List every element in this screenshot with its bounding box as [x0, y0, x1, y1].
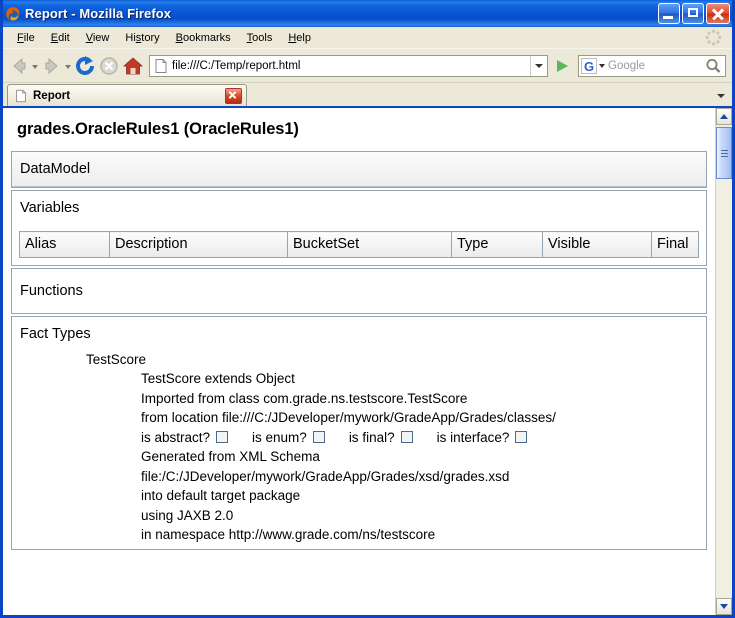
- menu-help[interactable]: Help: [280, 30, 319, 46]
- close-button[interactable]: [706, 3, 730, 24]
- scroll-down-button[interactable]: [716, 598, 732, 615]
- report-document: grades.OracleRules1 (OracleRules1) DataM…: [3, 108, 715, 615]
- forward-history-dropdown[interactable]: [64, 55, 73, 77]
- functions-heading: Functions: [12, 269, 706, 313]
- facttype-flags-row: is abstract? is enum? is final? is inter…: [12, 428, 706, 448]
- facttypes-heading: Fact Types: [20, 326, 91, 342]
- column-header-description[interactable]: Description: [109, 231, 288, 258]
- url-input[interactable]: file:///C:/Temp/report.html: [172, 60, 530, 72]
- browser-window: Report - Mozilla Firefox File Edit View …: [0, 0, 735, 618]
- facttype-name: TestScore: [86, 352, 147, 367]
- facttype-detail-line: TestScore extends Object: [141, 371, 295, 386]
- variables-panel: Variables Alias Description BucketSet Ty…: [11, 190, 707, 266]
- reload-icon[interactable]: [73, 54, 97, 78]
- stop-icon: [97, 54, 121, 78]
- chevron-up-icon: [720, 114, 728, 119]
- page-title: grades.OracleRules1 (OracleRules1): [17, 120, 299, 138]
- window-title: Report - Mozilla Firefox: [25, 6, 172, 21]
- is-abstract-checkbox[interactable]: [216, 431, 229, 444]
- google-g-icon[interactable]: G: [581, 57, 597, 74]
- scroll-up-button[interactable]: [716, 108, 732, 125]
- vertical-scrollbar[interactable]: [715, 108, 732, 615]
- functions-panel: Functions: [11, 268, 707, 314]
- back-arrow-icon[interactable]: [7, 54, 31, 78]
- facttype-detail-line: file:/C:/JDeveloper/mywork/GradeApp/Grad…: [141, 468, 510, 484]
- maximize-button[interactable]: [682, 3, 704, 24]
- tab-bar: Report: [3, 82, 732, 106]
- forward-arrow-icon[interactable]: [40, 54, 64, 78]
- flag-is-abstract: is abstract?: [141, 428, 229, 448]
- page-icon: [153, 58, 169, 74]
- facttype-detail-line: in namespace http://www.grade.com/ns/tes…: [141, 527, 436, 542]
- menu-bookmarks[interactable]: Bookmarks: [168, 30, 239, 46]
- scroll-thumb[interactable]: [716, 127, 732, 179]
- menu-history[interactable]: History: [117, 30, 167, 46]
- home-icon[interactable]: [121, 54, 145, 78]
- variables-table: Alias Description BucketSet Type Visible…: [19, 231, 699, 258]
- column-header-type[interactable]: Type: [451, 231, 543, 258]
- facttype-detail-line: into default target package: [141, 488, 301, 503]
- title-bar: Report - Mozilla Firefox: [3, 0, 732, 27]
- url-dropdown-icon[interactable]: [530, 55, 547, 76]
- column-header-alias[interactable]: Alias: [19, 231, 110, 258]
- facttype-detail-line: Imported from class com.grade.ns.testsco…: [141, 390, 468, 406]
- chevron-down-icon: [720, 604, 728, 609]
- page-icon: [14, 89, 28, 103]
- menu-bar: File Edit View History Bookmarks Tools H…: [3, 27, 732, 48]
- variables-heading: Variables: [12, 191, 706, 225]
- flag-is-interface: is interface?: [437, 428, 528, 448]
- column-header-bucketset[interactable]: BucketSet: [287, 231, 452, 258]
- column-header-visible[interactable]: Visible: [542, 231, 652, 258]
- facttype-detail-line: from location file:///C:/JDeveloper/mywo…: [141, 410, 556, 425]
- tab-report[interactable]: Report: [7, 84, 247, 106]
- go-arrow-icon[interactable]: [550, 55, 574, 77]
- menu-view[interactable]: View: [78, 30, 118, 46]
- flag-is-final: is final?: [349, 428, 413, 448]
- minimize-button[interactable]: [658, 3, 680, 24]
- search-bar[interactable]: G Google: [578, 54, 726, 77]
- window-controls: [658, 3, 730, 24]
- tab-list-chevron-down-icon[interactable]: [712, 85, 730, 105]
- throbber-icon: [705, 29, 722, 46]
- column-header-final[interactable]: Final: [651, 231, 699, 258]
- menu-file[interactable]: File: [9, 30, 43, 46]
- flag-is-enum: is enum?: [252, 428, 325, 448]
- browser-chrome: File Edit View History Bookmarks Tools H…: [3, 27, 732, 106]
- datamodel-panel: DataModel: [11, 151, 707, 188]
- menu-tools[interactable]: Tools: [239, 30, 281, 46]
- back-history-dropdown[interactable]: [31, 55, 40, 77]
- is-final-checkbox[interactable]: [400, 431, 413, 444]
- is-interface-checkbox[interactable]: [515, 431, 528, 444]
- facttypes-panel: Fact Types TestScore TestScore extends O…: [11, 316, 707, 550]
- menu-edit[interactable]: Edit: [43, 30, 78, 46]
- flag-label: is enum?: [252, 429, 307, 445]
- scroll-thumb-grip: [721, 150, 728, 157]
- magnifier-icon[interactable]: [703, 56, 725, 76]
- close-icon[interactable]: [225, 87, 242, 104]
- is-enum-checkbox[interactable]: [312, 431, 325, 444]
- firefox-logo-icon: [5, 6, 21, 22]
- table-header-row: Alias Description BucketSet Type Visible…: [19, 231, 699, 258]
- navigation-toolbar: file:///C:/Temp/report.html G Google: [3, 48, 732, 82]
- datamodel-heading: DataModel: [12, 152, 706, 187]
- facttype-detail-line: using JAXB 2.0: [141, 507, 234, 523]
- search-engine-dropdown-icon[interactable]: [597, 56, 608, 76]
- flag-label: is interface?: [436, 429, 510, 445]
- url-bar[interactable]: file:///C:/Temp/report.html: [149, 54, 548, 77]
- facttype-detail-line: Generated from XML Schema: [141, 449, 320, 464]
- content-area: grades.OracleRules1 (OracleRules1) DataM…: [3, 108, 732, 615]
- search-input[interactable]: Google: [608, 60, 703, 72]
- flag-label: is abstract?: [141, 429, 211, 445]
- flag-label: is final?: [348, 429, 395, 445]
- tab-label: Report: [33, 89, 71, 102]
